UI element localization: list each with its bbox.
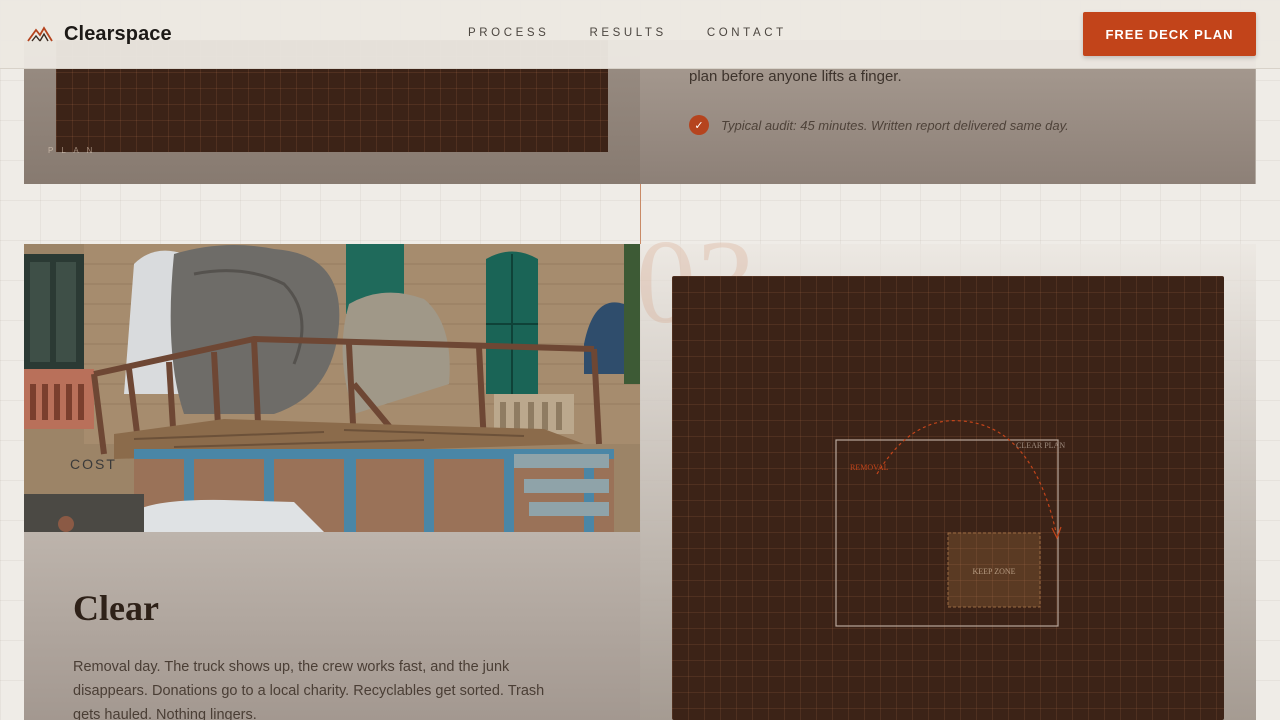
- step-body: Removal day. The truck shows up, the cre…: [73, 659, 545, 720]
- clear-plan-label: CLEAR PLAN: [1016, 441, 1065, 450]
- mountain-logo-icon: [27, 26, 53, 42]
- nav-link-contact[interactable]: CONTACT: [707, 27, 787, 39]
- clear-plan-diagram: REMOVAL CLEAR PLAN KEEP ZONE: [672, 276, 1224, 720]
- audit-note-text: Typical audit: 45 minutes. Written repor…: [721, 117, 1069, 133]
- nav-link-process[interactable]: PROCESS: [468, 27, 549, 39]
- step-title: Clear: [73, 588, 159, 628]
- previous-plan-caption: P L A N: [48, 146, 96, 155]
- nav-link-results[interactable]: RESULTS: [589, 27, 666, 39]
- site-header: Clearspace PROCESS RESULTS CONTACT FREE …: [0, 0, 1280, 69]
- main-nav: PROCESS RESULTS CONTACT: [468, 27, 827, 39]
- audit-note: ✓ Typical audit: 45 minutes. Written rep…: [689, 115, 1069, 135]
- previous-step-text: plan before anyone lifts a finger.: [689, 68, 902, 85]
- free-deck-plan-button[interactable]: FREE DECK PLAN: [1083, 12, 1256, 56]
- brand-name: Clearspace: [64, 22, 172, 45]
- brand-logo[interactable]: Clearspace: [27, 22, 172, 46]
- photo-overlay-label: COST: [70, 456, 117, 472]
- check-icon: ✓: [689, 115, 709, 135]
- junk-truck-photo: [24, 244, 640, 532]
- keep-zone-label: KEEP ZONE: [972, 567, 1015, 576]
- removal-label: REMOVAL: [850, 463, 889, 472]
